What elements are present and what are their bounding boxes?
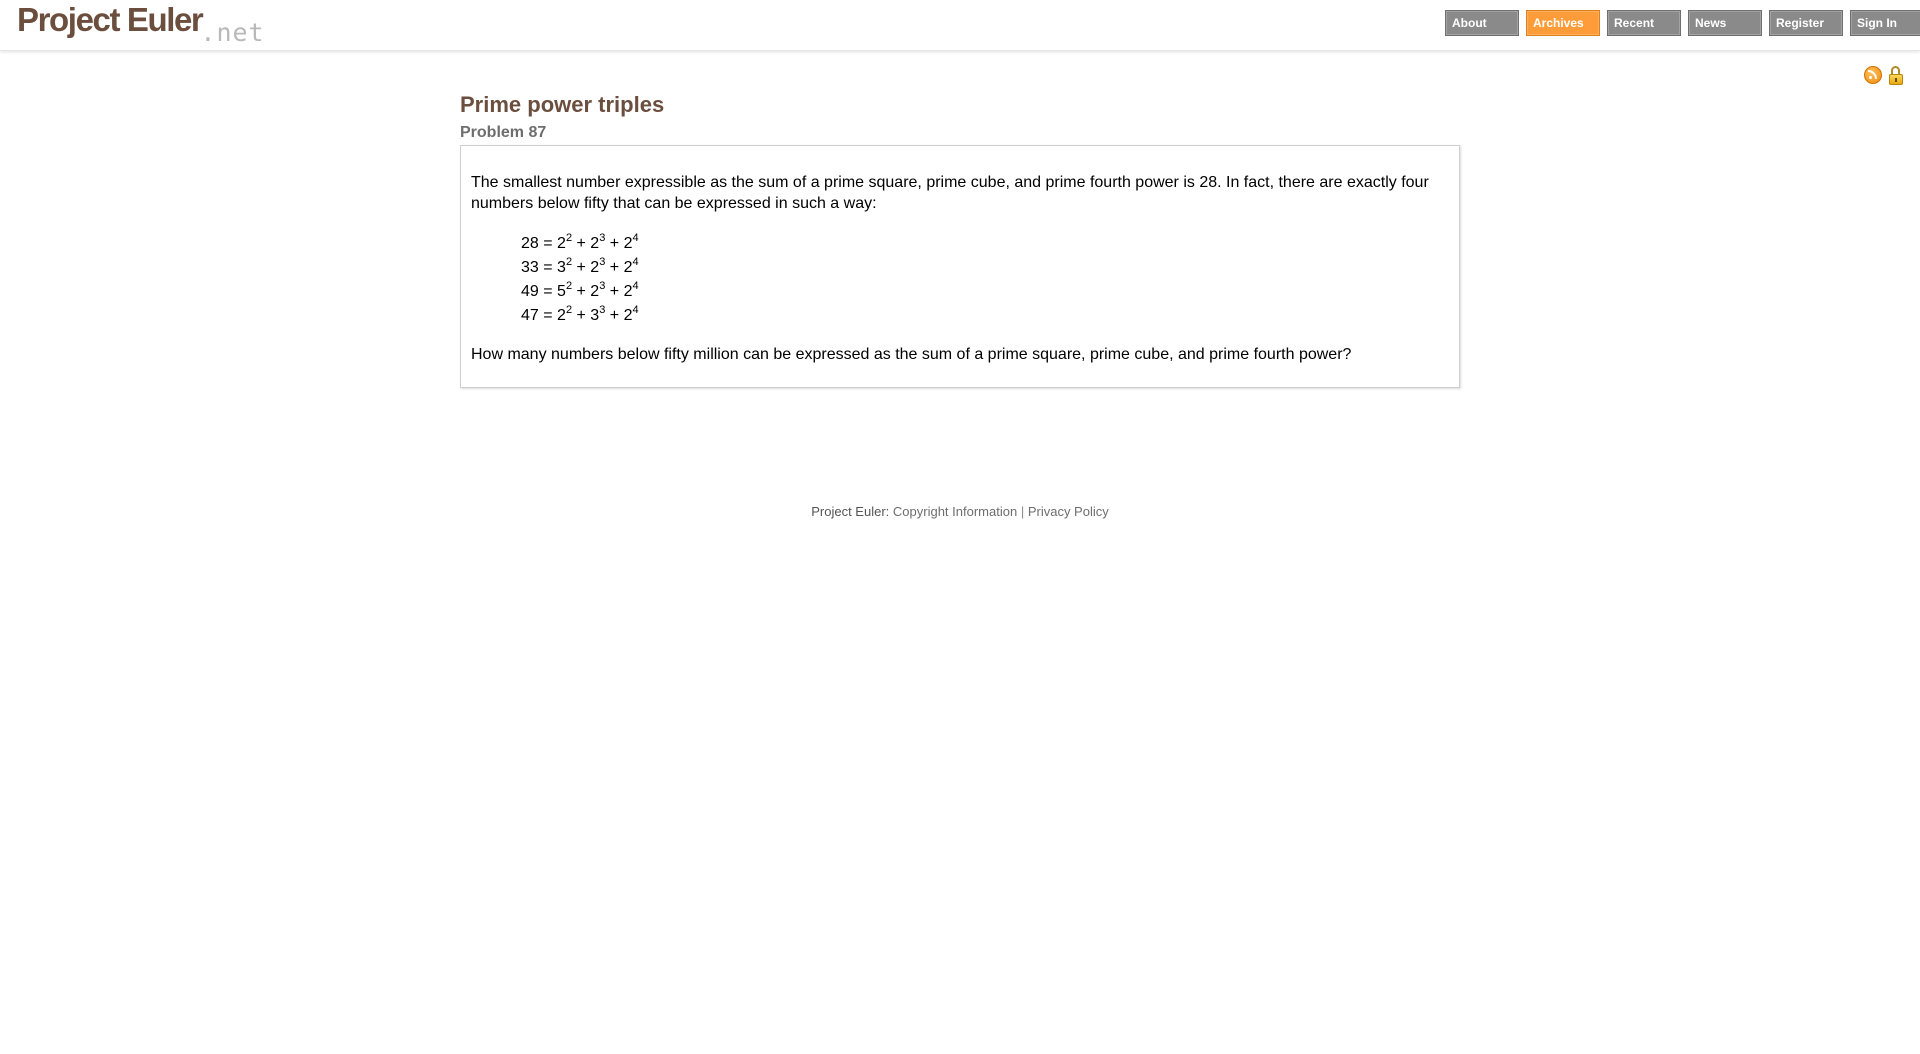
- footer-separator: |: [1020, 504, 1025, 519]
- equation-row: 28 = 22 + 23 + 24: [521, 231, 639, 252]
- problem-question: How many numbers below fifty million can…: [471, 346, 1352, 363]
- problem-title: Prime power triples: [460, 92, 665, 117]
- footer-prefix: Project Euler:: [811, 504, 890, 519]
- equation-row: 33 = 32 + 23 + 24: [521, 255, 639, 276]
- problem-content: The smallest number expressible as the s…: [460, 145, 1460, 388]
- equation-row: 47 = 22 + 33 + 24: [521, 303, 639, 324]
- privacy-policy-link[interactable]: Privacy Policy: [1028, 504, 1109, 519]
- site-header: Project Euler.net About Archives Recent …: [0, 0, 1920, 51]
- nav-news[interactable]: News: [1688, 10, 1762, 36]
- nav-sign-in[interactable]: Sign In: [1850, 10, 1920, 36]
- equation-row: 49 = 52 + 23 + 24: [521, 279, 639, 300]
- copyright-link[interactable]: Copyright Information: [893, 504, 1017, 519]
- nav-about[interactable]: About: [1445, 10, 1519, 36]
- site-logo[interactable]: Project Euler.net: [17, 1, 267, 47]
- rss-icon[interactable]: [1864, 66, 1882, 84]
- site-footer: Project Euler: Copyright Information | P…: [0, 504, 1920, 519]
- nav-register[interactable]: Register: [1769, 10, 1843, 36]
- lock-icon[interactable]: [1888, 66, 1905, 86]
- problem-intro: The smallest number expressible as the s…: [471, 174, 1429, 212]
- logo-text: Project Euler: [17, 1, 204, 38]
- nav-recent[interactable]: Recent: [1607, 10, 1681, 36]
- main-content: Prime power triples Problem 87 The small…: [460, 90, 1460, 388]
- main-nav: About Archives Recent News Register Sign…: [1445, 10, 1920, 36]
- utility-icons: [1864, 66, 1905, 86]
- logo-tld: .net: [200, 18, 265, 47]
- problem-number: Problem 87: [460, 124, 547, 141]
- equation-list: 28 = 22 + 23 + 24 33 = 32 + 23 + 24 49 =…: [521, 232, 1449, 328]
- nav-archives[interactable]: Archives: [1526, 10, 1600, 36]
